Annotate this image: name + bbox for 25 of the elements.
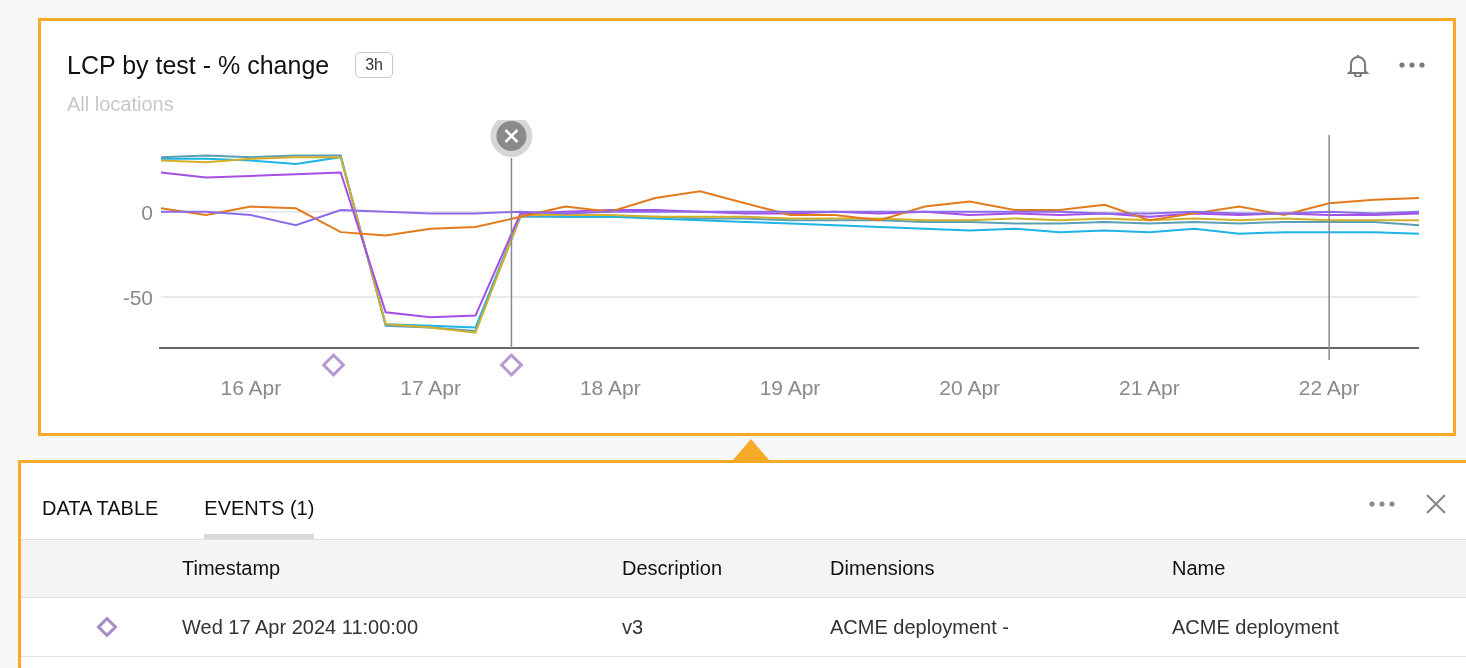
x-axis-label: 21 Apr bbox=[1119, 376, 1180, 399]
table-cell-text: ACME deployment - bbox=[830, 615, 1010, 639]
table-cell-text: v3 bbox=[622, 615, 645, 639]
x-axis-label: 19 Apr bbox=[759, 376, 821, 399]
tab[interactable]: DATA TABLE bbox=[42, 497, 159, 539]
more-button[interactable] bbox=[1367, 499, 1397, 509]
column-header: Timestamp bbox=[182, 557, 282, 580]
column-header: Description bbox=[622, 557, 724, 580]
x-axis-label: 20 Apr bbox=[939, 376, 1001, 399]
x-axis-label: 18 Apr bbox=[579, 376, 641, 399]
y-axis-label: -50 bbox=[122, 285, 153, 309]
time-badge: 3h bbox=[355, 52, 393, 78]
x-axis-label: 16 Apr bbox=[220, 376, 282, 399]
more-button[interactable] bbox=[1397, 60, 1427, 70]
table-cell-text: Wed 17 Apr 2024 11:00:00 bbox=[182, 615, 420, 639]
table-cell-text: ACME deployment bbox=[1172, 615, 1340, 639]
close-icon[interactable] bbox=[490, 120, 533, 157]
x-axis-label: 22 Apr bbox=[1298, 376, 1360, 399]
more-icon bbox=[1399, 62, 1425, 68]
y-axis-label: 0 bbox=[141, 200, 153, 224]
more-icon bbox=[1369, 501, 1395, 507]
column-header: Dimensions bbox=[830, 557, 936, 580]
column-header: Name bbox=[1172, 557, 1227, 580]
x-axis-label: 17 Apr bbox=[400, 376, 461, 399]
chart-title: LCP by test - % change bbox=[67, 50, 330, 80]
